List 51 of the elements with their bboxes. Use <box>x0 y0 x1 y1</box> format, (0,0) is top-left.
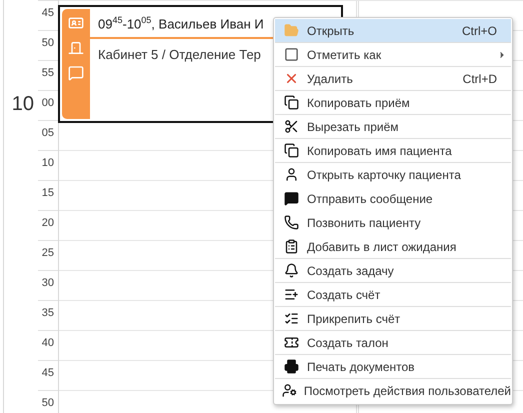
copy-icon <box>284 95 298 110</box>
id-card-icon <box>68 15 84 31</box>
menu-item[interactable]: Создать задачу <box>275 259 511 283</box>
list-plus-icon <box>284 287 298 302</box>
menu-item[interactable]: Создать счёт <box>275 283 511 307</box>
message-icon <box>284 191 298 206</box>
minute-label: 45 <box>42 367 54 379</box>
menu-item[interactable]: Отметить как <box>275 43 511 67</box>
menu-item[interactable]: Удалить Ctrl+D <box>275 67 511 91</box>
minute-label: 45 <box>42 7 54 19</box>
minute-label: 10 <box>42 157 54 169</box>
menu-item[interactable]: Печать документов <box>275 355 511 379</box>
menu-item[interactable]: Открыть Ctrl+O <box>275 19 511 43</box>
menu-item[interactable]: Копировать имя пациента <box>275 139 511 163</box>
ticket-icon <box>284 335 298 350</box>
checkbox-icon <box>284 47 298 62</box>
menu-item[interactable]: Отправить сообщение <box>275 187 511 211</box>
list-check-icon <box>284 311 298 326</box>
copy-icon <box>284 143 298 158</box>
printer-icon <box>284 359 298 374</box>
minute-label: 25 <box>42 247 54 259</box>
minute-label: 30 <box>42 277 54 289</box>
phone-icon <box>284 215 298 230</box>
minute-label: 55 <box>42 67 54 79</box>
menu-item[interactable]: Позвонить пациенту <box>275 211 511 235</box>
minute-label: 05 <box>42 127 54 139</box>
minute-label: 50 <box>42 397 54 409</box>
menu-item[interactable]: Добавить в лист ожидания <box>275 235 511 259</box>
menu-item[interactable]: Создать талон <box>275 331 511 355</box>
scissors-icon <box>284 119 298 134</box>
folder-icon <box>284 23 298 38</box>
user-icon <box>284 167 298 182</box>
bell-icon <box>284 263 298 278</box>
door-icon <box>68 40 84 56</box>
speech-bubble-icon <box>68 65 84 81</box>
user-list-icon <box>282 383 297 398</box>
menu-item[interactable]: Посмотреть действия пользователей <box>275 379 511 403</box>
clipboard-icon <box>284 239 298 254</box>
minute-label: 35 <box>42 307 54 319</box>
minute-label: 40 <box>42 337 54 349</box>
minute-label: 20 <box>42 217 54 229</box>
appointment-title: 09$^{45}$-10$^{05}$, Васильев Иван И <box>98 15 264 32</box>
menu-item[interactable]: Прикрепить счёт <box>275 307 511 331</box>
menu-item[interactable]: Вырезать приём <box>275 115 511 139</box>
menu-item[interactable]: Копировать приём <box>275 91 511 115</box>
minute-label: 15 <box>42 187 54 199</box>
minute-label: 00 <box>42 97 54 109</box>
hour-label: 10 <box>12 93 34 116</box>
menu-item[interactable]: Открыть карточку пациента <box>275 163 511 187</box>
appointment-location: Кабинет 5 / Отделение Тер <box>98 47 261 62</box>
minute-label: 50 <box>42 37 54 49</box>
